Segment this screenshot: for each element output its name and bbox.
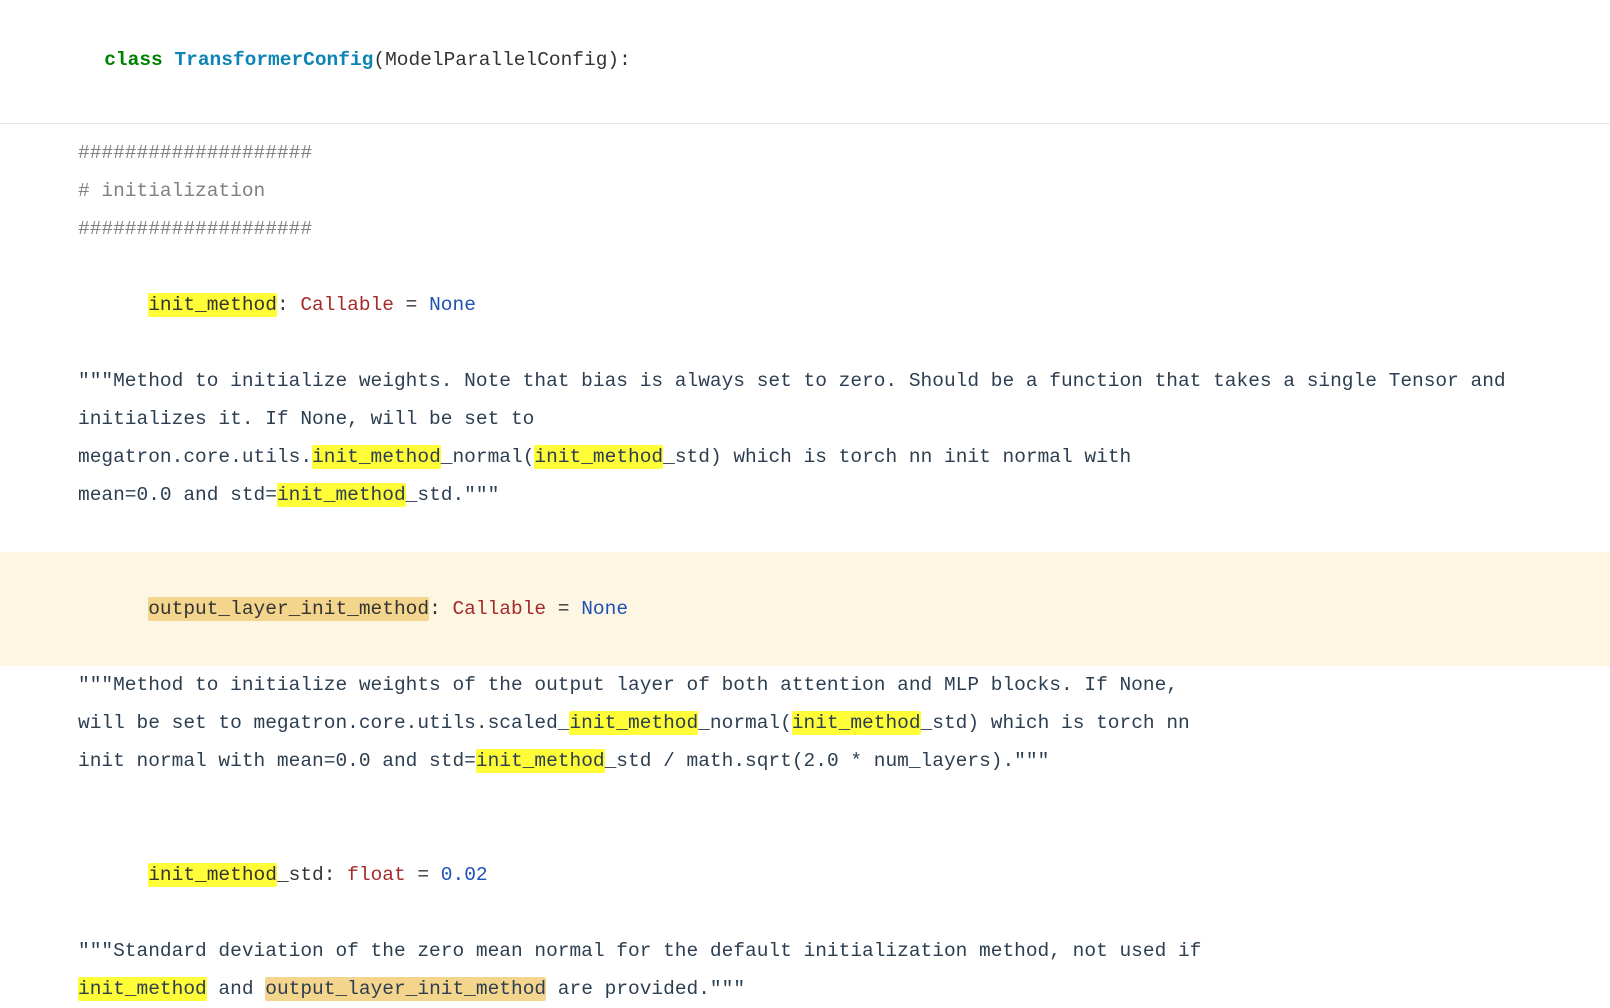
- class-name: TransformerConfig: [174, 49, 373, 71]
- keyword-class: class: [104, 49, 163, 71]
- field-name-output-layer-init-method: output_layer_init_method: [148, 597, 429, 621]
- type-callable: Callable: [300, 294, 394, 316]
- hl-output-layer-init-method: output_layer_init_method: [265, 977, 546, 1001]
- value-none: None: [429, 294, 476, 316]
- value-float: 0.02: [441, 864, 488, 886]
- comment-section-title: # initialization: [0, 172, 1610, 210]
- comment-bar-bottom: ####################: [0, 210, 1610, 248]
- docstring-init-method-line1: """Method to initialize weights. Note th…: [0, 362, 1610, 438]
- docstring-init-method-line4: mean=0.0 and std=init_method_std.""": [0, 476, 1610, 514]
- hl-init-method: init_method: [148, 863, 277, 887]
- hl-init-method: init_method: [78, 977, 207, 1001]
- base-class-name: ModelParallelConfig: [385, 49, 607, 71]
- hl-init-method: init_method: [534, 445, 663, 469]
- hl-init-method: init_method: [312, 445, 441, 469]
- blank-line: [0, 514, 1610, 552]
- value-none: None: [581, 598, 628, 620]
- docstring-init-std-line2: init_method and output_layer_init_method…: [0, 970, 1610, 1008]
- blank-line: [0, 780, 1610, 818]
- type-callable: Callable: [452, 598, 546, 620]
- class-body: #################### # initialization ##…: [0, 124, 1610, 1008]
- code-viewport: class TransformerConfig(ModelParallelCon…: [0, 0, 1610, 1008]
- hl-init-method: init_method: [476, 749, 605, 773]
- field-name-init-method: init_method: [148, 293, 277, 317]
- hl-init-method: init_method: [277, 483, 406, 507]
- field-init-method[interactable]: init_method: Callable = None: [0, 248, 1610, 362]
- field-output-layer-init-method-row[interactable]: output_layer_init_method: Callable = Non…: [0, 552, 1610, 666]
- docstring-init-method-line3: megatron.core.utils.init_method_normal(i…: [0, 438, 1610, 476]
- type-float: float: [347, 864, 406, 886]
- docstring-output-layer-line1: """Method to initialize weights of the o…: [0, 666, 1610, 704]
- docstring-init-std-line1: """Standard deviation of the zero mean n…: [0, 932, 1610, 970]
- comment-bar-top: ####################: [0, 134, 1610, 172]
- hl-init-method: init_method: [792, 711, 921, 735]
- field-init-method-std[interactable]: init_method_std: float = 0.02: [0, 818, 1610, 932]
- docstring-output-layer-line2: will be set to megatron.core.utils.scale…: [0, 704, 1610, 742]
- class-signature[interactable]: class TransformerConfig(ModelParallelCon…: [0, 3, 1610, 117]
- hl-init-method: init_method: [569, 711, 698, 735]
- class-signature-row: class TransformerConfig(ModelParallelCon…: [0, 0, 1610, 124]
- docstring-output-layer-line3: init normal with mean=0.0 and std=init_m…: [0, 742, 1610, 780]
